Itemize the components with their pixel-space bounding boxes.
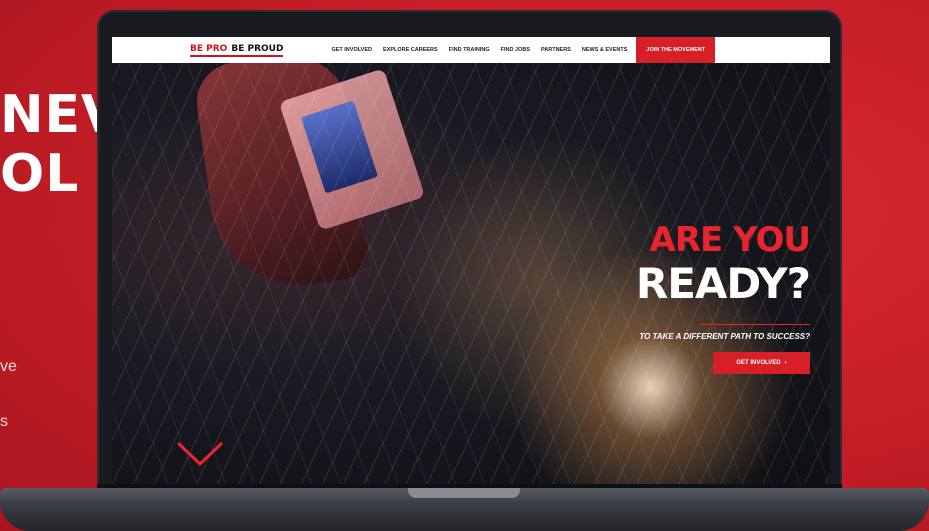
nav-item-explore-careers[interactable]: EXPLORE CAREERS (383, 47, 438, 53)
get-involved-button[interactable]: GET INVOLVED › (713, 352, 810, 374)
chevron-down-icon[interactable] (176, 441, 224, 472)
hero-divider (700, 324, 810, 325)
nav-item-get-involved[interactable]: GET INVOLVED (331, 47, 372, 53)
laptop-notch (408, 488, 520, 498)
promo-copy-line1: ve (0, 358, 17, 375)
site-logo[interactable]: BE PRO BE PROUD (190, 43, 284, 57)
get-involved-label: GET INVOLVED (736, 360, 781, 366)
hero-title-line1: ARE YOU (649, 220, 811, 260)
join-movement-button[interactable]: JOIN THE MOVEMENT (636, 37, 716, 63)
site-nav: BE PRO BE PROUD GET INVOLVED EXPLORE CAR… (112, 37, 830, 63)
nav-item-find-training[interactable]: FIND TRAINING (449, 47, 490, 53)
chevron-right-icon: › (784, 360, 787, 366)
hero-title-line2: READY? (635, 259, 811, 308)
promo-copy-line2: s (0, 413, 8, 430)
nav-links: GET INVOLVED EXPLORE CAREERS FIND TRAINI… (331, 47, 627, 53)
hero-subtitle: TO TAKE A DIFFERENT PATH TO SUCCESS? (639, 332, 810, 341)
logo-part2: BE PROUD (231, 43, 284, 54)
laptop-screen: BE PRO BE PROUD GET INVOLVED EXPLORE CAR… (112, 37, 830, 486)
nav-item-partners[interactable]: PARTNERS (541, 47, 571, 53)
nav-item-news-events[interactable]: NEWS & EVENTS (582, 47, 628, 53)
nav-item-find-jobs[interactable]: FIND JOBS (501, 47, 530, 53)
logo-part1: BE PRO (190, 43, 228, 54)
